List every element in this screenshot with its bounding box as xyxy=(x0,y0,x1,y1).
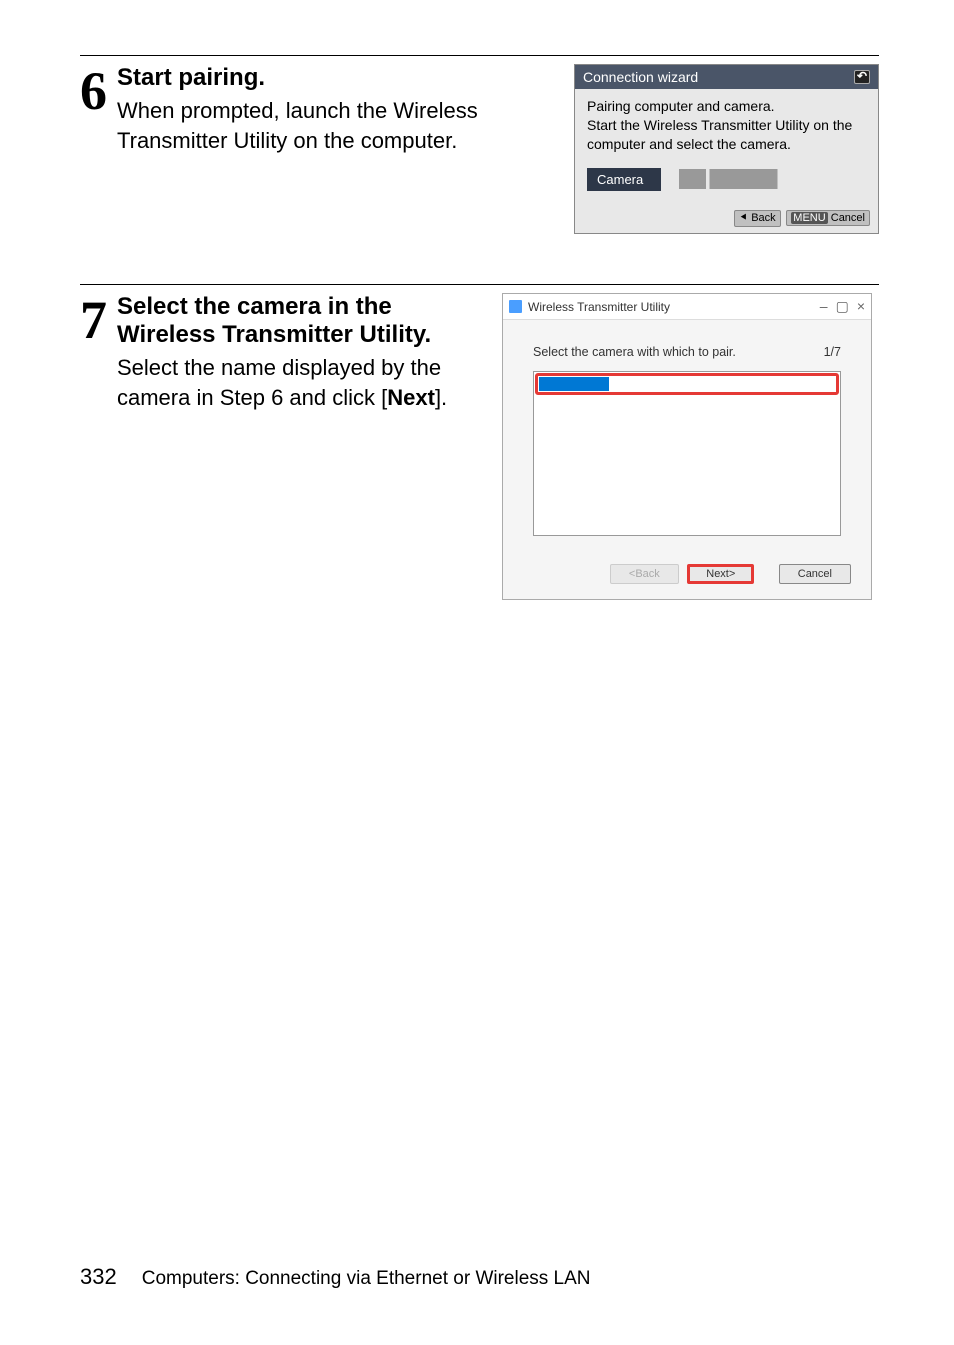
step-7: 7 Select the camera in the Wireless Tran… xyxy=(80,293,879,600)
camera-header: Connection wizard xyxy=(575,65,878,89)
dialog-titlebar: Wireless Transmitter Utility – ▢ × xyxy=(503,294,871,320)
dialog-back-button: <Back xyxy=(610,564,679,584)
step-number-7: 7 xyxy=(80,293,107,412)
wtu-dialog: Wireless Transmitter Utility – ▢ × Selec… xyxy=(502,293,872,600)
step-7-title: Select the camera in the Wireless Transm… xyxy=(117,293,482,349)
camera-back-button: ⯇ Back xyxy=(734,210,780,227)
camera-footer: ⯇ Back MENU Cancel xyxy=(575,205,878,233)
step-6-title: Start pairing. xyxy=(117,64,554,92)
undo-icon xyxy=(854,70,870,84)
camera-body-line1: Pairing computer and camera. xyxy=(587,97,866,116)
step-7-text: Select the name displayed by the camera … xyxy=(117,353,482,412)
page-number: 332 xyxy=(80,1264,117,1290)
camera-menu-cancel-button: MENU Cancel xyxy=(786,210,870,226)
dialog-prompt: Select the camera with which to pair. xyxy=(533,345,736,359)
dialog-app-icon xyxy=(509,300,522,313)
selected-camera-item xyxy=(539,377,609,391)
close-icon: × xyxy=(857,298,865,315)
camera-name-field xyxy=(679,169,858,189)
dialog-next-button: Next> xyxy=(687,564,754,584)
camera-body-line2: Start the Wireless Transmitter Utility o… xyxy=(587,116,866,154)
page-footer: 332 Computers: Connecting via Ethernet o… xyxy=(80,1264,591,1290)
step-number-6: 6 xyxy=(80,64,107,118)
minimize-icon: – xyxy=(820,298,828,315)
dialog-title: Wireless Transmitter Utility xyxy=(528,300,670,314)
dialog-page: 1/7 xyxy=(824,345,841,359)
camera-list xyxy=(533,371,841,536)
camera-header-title: Connection wizard xyxy=(583,69,698,85)
dialog-cancel-button: Cancel xyxy=(779,564,851,584)
camera-screenshot: Connection wizard Pairing computer and c… xyxy=(574,64,879,234)
page-section-title: Computers: Connecting via Ethernet or Wi… xyxy=(142,1268,591,1290)
step-6: 6 Start pairing. When prompted, launch t… xyxy=(80,64,879,234)
maximize-icon: ▢ xyxy=(836,298,849,315)
camera-label: Camera xyxy=(587,168,661,192)
step-6-text: When prompted, launch the Wireless Trans… xyxy=(117,96,554,155)
